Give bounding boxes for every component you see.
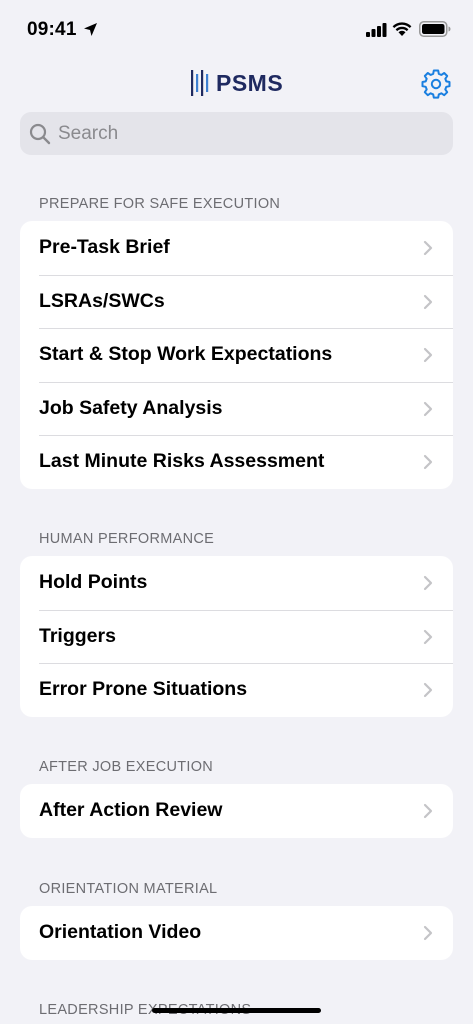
chevron-right-icon bbox=[423, 682, 433, 698]
list-item-job-safety-analysis[interactable]: Job Safety Analysis bbox=[20, 381, 453, 436]
section-header-after-job: AFTER JOB EXECUTION bbox=[39, 759, 214, 775]
list-item-pre-task-brief[interactable]: Pre-Task Brief bbox=[20, 221, 453, 275]
chevron-right-icon bbox=[423, 401, 433, 416]
list-item-last-minute-risks[interactable]: Last Minute Risks Assessment bbox=[20, 435, 453, 489]
list-item-orientation-video[interactable]: Orientation Video bbox=[20, 906, 453, 960]
chevron-right-icon bbox=[423, 925, 433, 941]
section-card-prepare: Pre-Task Brief LSRAs/SWCs Start & Stop W… bbox=[20, 221, 453, 489]
list-item-label: Hold Points bbox=[39, 571, 148, 594]
list-item-label: Error Prone Situations bbox=[39, 678, 248, 701]
section-card-orientation: Orientation Video bbox=[20, 906, 453, 960]
gear-icon[interactable] bbox=[421, 69, 451, 99]
nav-bar: PSMS bbox=[0, 60, 473, 104]
chevron-right-icon bbox=[423, 454, 433, 470]
list-item-label: Job Safety Analysis bbox=[39, 396, 223, 419]
app-name: PSMS bbox=[216, 69, 284, 96]
list-item-start-stop-work[interactable]: Start & Stop Work Expectations bbox=[20, 328, 453, 382]
list-item-label: After Action Review bbox=[39, 799, 223, 822]
list-item-lsras-swcs[interactable]: LSRAs/SWCs bbox=[20, 274, 453, 329]
signal-icon bbox=[366, 23, 387, 37]
section-card-human-performance: Hold Points Triggers Error Prone Situati… bbox=[20, 556, 453, 717]
list-item-error-prone-situations[interactable]: Error Prone Situations bbox=[20, 663, 453, 717]
list-item-label: Triggers bbox=[39, 624, 116, 647]
chevron-right-icon bbox=[423, 240, 433, 256]
search-icon bbox=[29, 123, 51, 144]
chevron-right-icon bbox=[423, 347, 433, 363]
chevron-right-icon bbox=[423, 629, 433, 644]
list-item-triggers[interactable]: Triggers bbox=[20, 609, 453, 664]
section-header-human-performance: HUMAN PERFORMANCE bbox=[39, 531, 215, 547]
chevron-right-icon bbox=[423, 575, 433, 591]
list-item-hold-points[interactable]: Hold Points bbox=[20, 556, 453, 610]
section-header-orientation: ORIENTATION MATERIAL bbox=[39, 881, 218, 897]
section-card-after-job: After Action Review bbox=[20, 784, 453, 838]
status-bar: 09:41 bbox=[0, 0, 473, 58]
chevron-right-icon bbox=[423, 803, 433, 819]
search-bar[interactable] bbox=[20, 112, 453, 155]
logo-mark-icon bbox=[191, 70, 209, 96]
battery-icon bbox=[419, 21, 451, 37]
section-header-prepare: PREPARE FOR SAFE EXECUTION bbox=[39, 196, 281, 212]
app-logo: PSMS bbox=[190, 68, 283, 98]
list-item-after-action-review[interactable]: After Action Review bbox=[20, 784, 453, 838]
status-time: 09:41 bbox=[27, 19, 77, 40]
home-indicator[interactable] bbox=[152, 1008, 321, 1013]
list-item-label: LSRAs/SWCs bbox=[39, 289, 165, 312]
list-item-label: Orientation Video bbox=[39, 921, 202, 944]
search-input[interactable] bbox=[58, 122, 438, 145]
list-item-label: Last Minute Risks Assessment bbox=[39, 450, 325, 473]
list-item-label: Pre-Task Brief bbox=[39, 236, 170, 259]
chevron-right-icon bbox=[423, 294, 433, 309]
wifi-icon bbox=[392, 22, 412, 36]
location-arrow-icon bbox=[84, 23, 97, 36]
list-item-label: Start & Stop Work Expectations bbox=[39, 343, 333, 366]
